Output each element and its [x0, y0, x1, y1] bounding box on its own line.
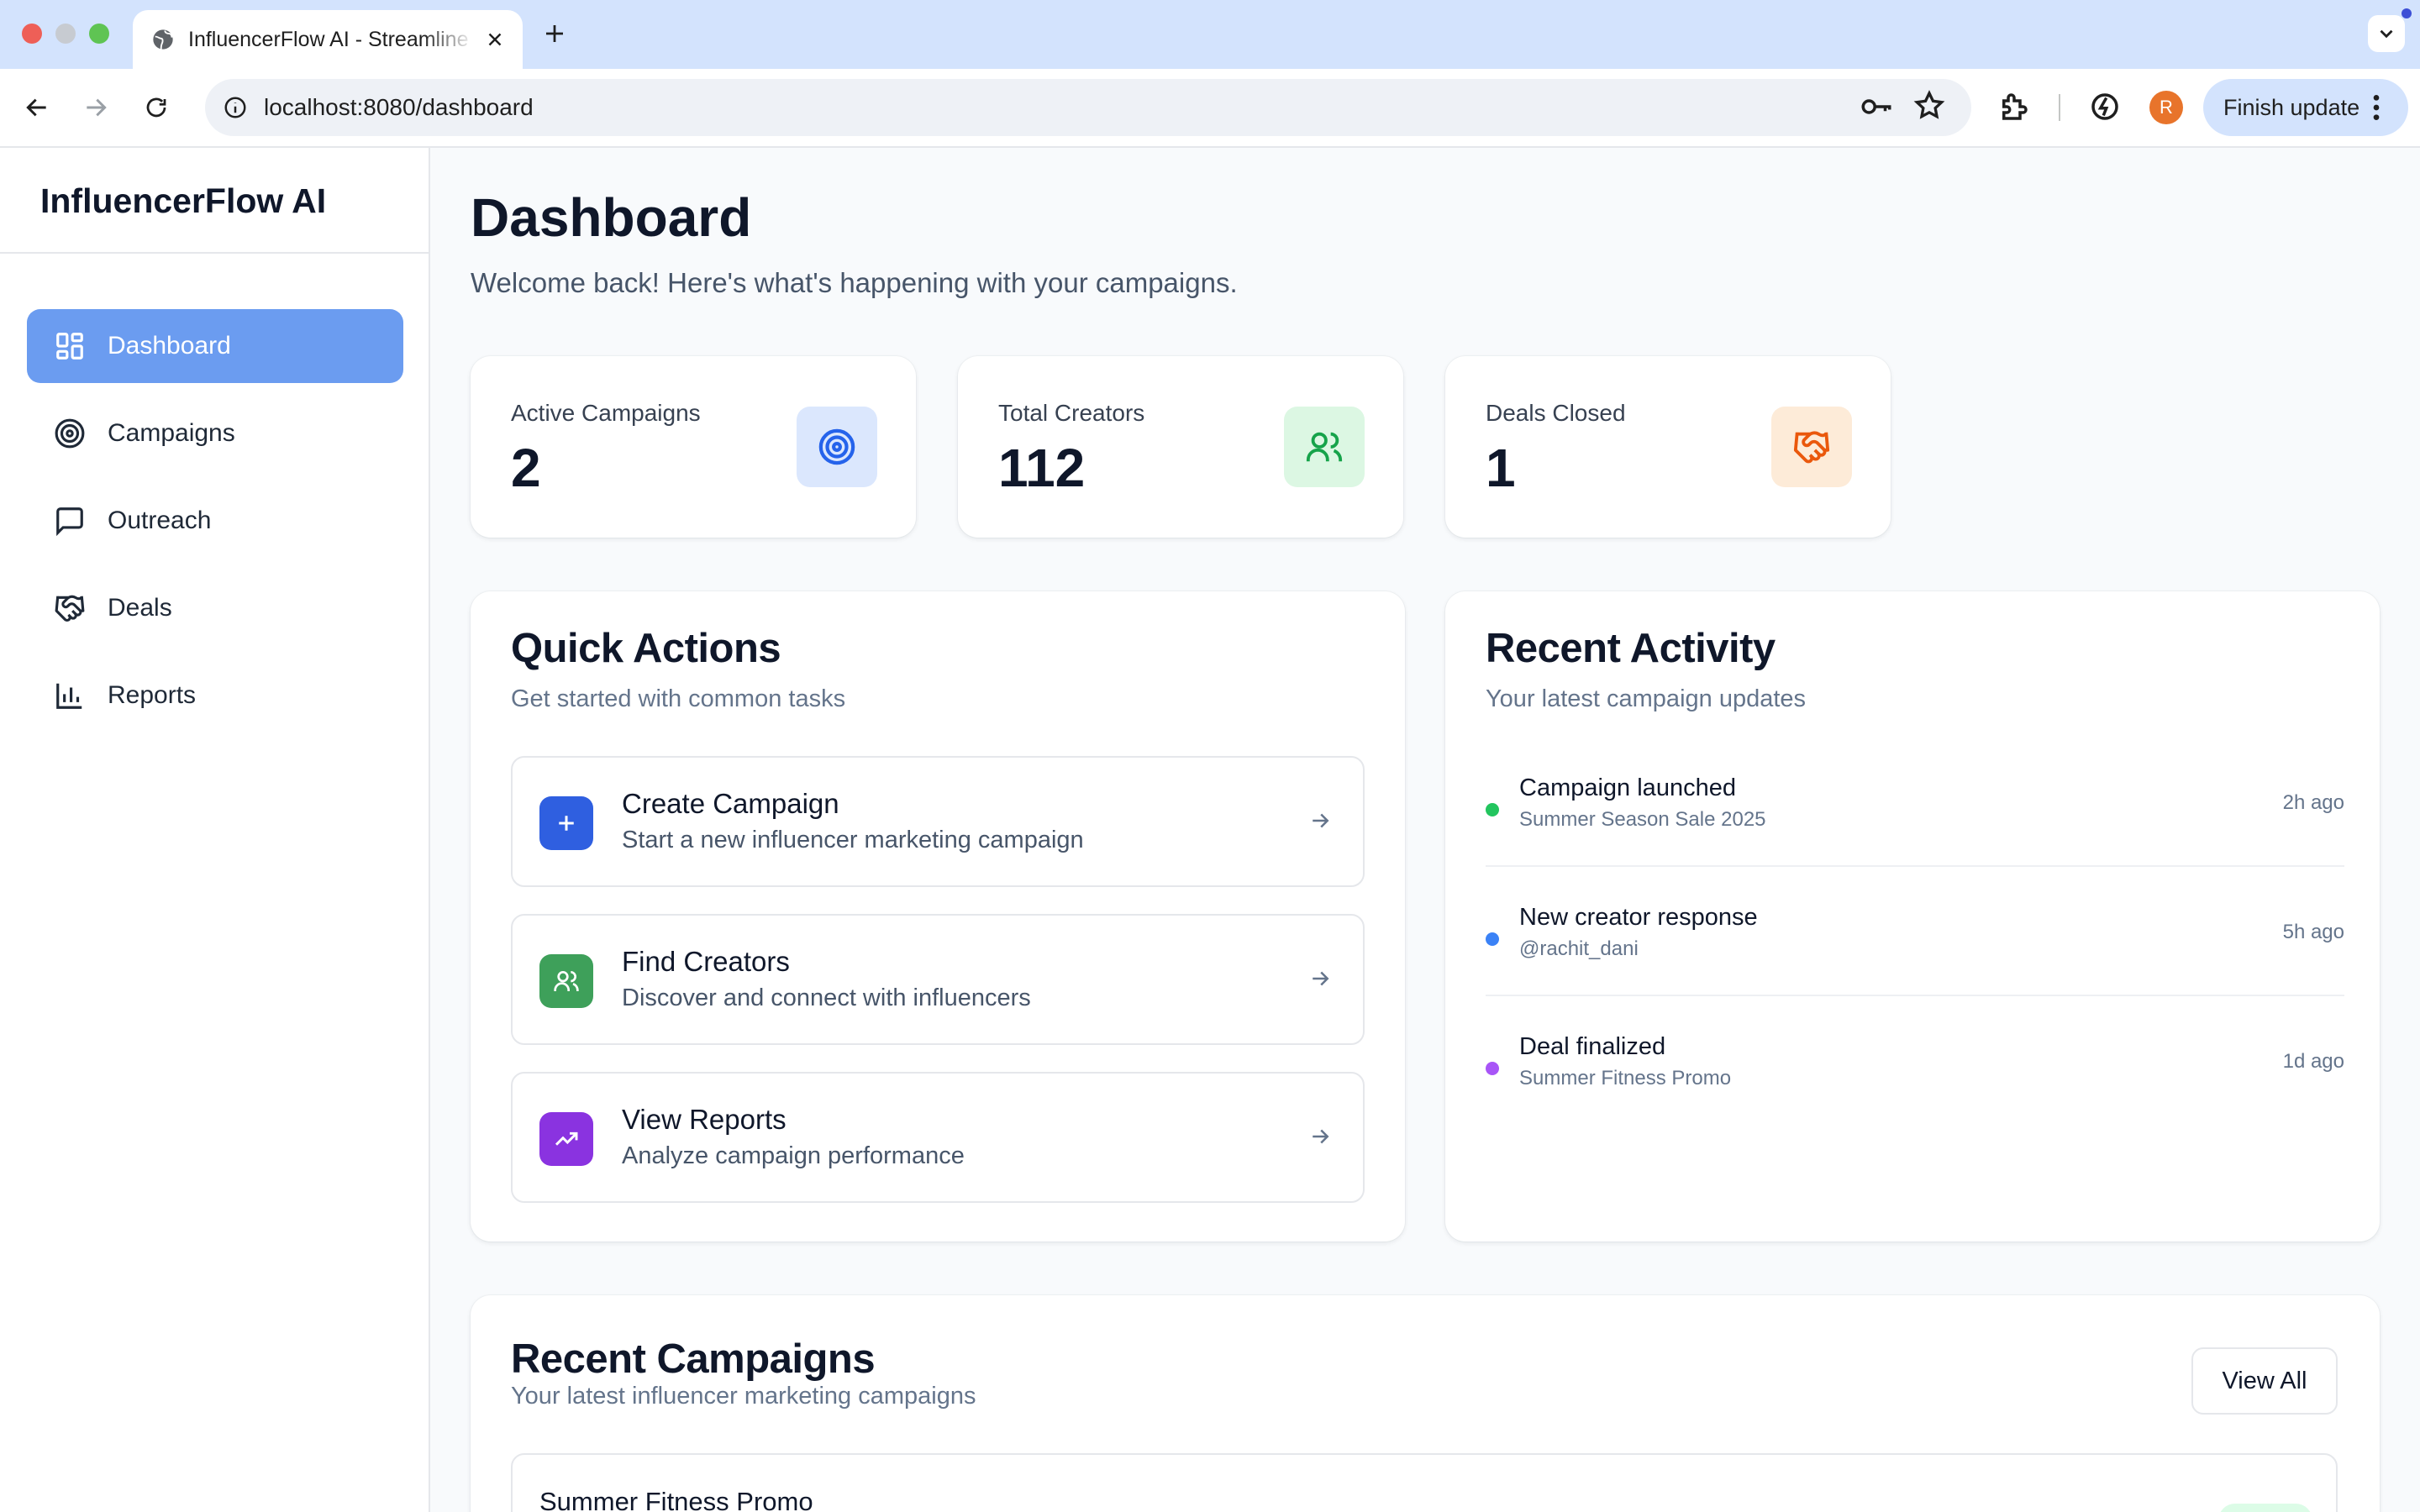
tab-title: InfluencerFlow AI - Streamline [188, 27, 469, 51]
quick-action-desc: Analyze campaign performance [622, 1142, 965, 1169]
notification-dot [2402, 8, 2412, 18]
activity-item[interactable]: New creator response @rachit_dani 5h ago [1486, 887, 2344, 996]
bookmark-star-icon[interactable] [1912, 89, 1946, 123]
arrow-right-icon [1307, 966, 1333, 991]
stat-card-total-creators: Total Creators 112 [958, 356, 1403, 538]
quick-actions-card: Quick Actions Get started with common ta… [471, 591, 1405, 1242]
handshake-icon [54, 592, 86, 624]
more-vert-icon[interactable] [2360, 91, 2393, 124]
sidebar-item-label: Campaigns [108, 419, 235, 447]
sidebar: InfluencerFlow AI Dashboard Campaigns Ou… [0, 148, 430, 1512]
quick-action-desc: Discover and connect with influencers [622, 984, 1031, 1011]
trending-up-icon [539, 1112, 593, 1166]
activity-subtitle: Summer Fitness Promo [1519, 1067, 1732, 1089]
window-minimize-button[interactable] [55, 24, 76, 44]
status-dot [1486, 1062, 1499, 1075]
page-subtitle: Welcome back! Here's what's happening wi… [471, 267, 1238, 298]
target-icon [54, 417, 86, 449]
handshake-icon [1771, 407, 1852, 487]
performance-leaf-icon[interactable] [2087, 89, 2123, 124]
users-icon [539, 954, 593, 1008]
recent-activity-subtitle: Your latest campaign updates [1486, 685, 1807, 712]
recent-campaigns-subtitle: Your latest influencer marketing campaig… [511, 1383, 976, 1410]
page-title: Dashboard [471, 187, 752, 248]
status-dot [1486, 932, 1499, 946]
activity-time: 2h ago [2282, 791, 2344, 814]
window-maximize-button[interactable] [89, 24, 109, 44]
toolbar-divider [2059, 94, 2060, 121]
sidebar-item-outreach[interactable]: Outreach [27, 484, 403, 558]
view-all-button[interactable]: View All [2191, 1347, 2338, 1415]
users-icon [1284, 407, 1365, 487]
recent-activity-title: Recent Activity [1486, 626, 1776, 671]
quick-actions-title: Quick Actions [511, 626, 781, 671]
activity-title: New creator response [1519, 904, 1758, 931]
activity-subtitle: @rachit_dani [1519, 937, 1639, 960]
campaign-row[interactable]: Summer Fitness Promo [511, 1453, 2338, 1512]
sidebar-item-dashboard[interactable]: Dashboard [27, 309, 403, 383]
sidebar-item-deals[interactable]: Deals [27, 571, 403, 645]
target-icon [797, 407, 877, 487]
url-text[interactable]: localhost:8080/dashboard [264, 94, 534, 121]
arrow-right-icon [1307, 808, 1333, 833]
activity-item[interactable]: Deal finalized Summer Fitness Promo 1d a… [1486, 1016, 2344, 1126]
new-tab-icon[interactable] [538, 17, 571, 50]
quick-action-title: Create Campaign [622, 788, 839, 819]
browser-tab[interactable]: InfluencerFlow AI - Streamline [133, 10, 523, 69]
stat-value: 2 [511, 438, 541, 498]
stat-label: Active Campaigns [511, 400, 701, 426]
sidebar-item-label: Reports [108, 681, 197, 709]
find-creators-button[interactable]: Find Creators Discover and connect with … [511, 914, 1365, 1045]
view-reports-button[interactable]: View Reports Analyze campaign performanc… [511, 1072, 1365, 1203]
recent-activity-card: Recent Activity Your latest campaign upd… [1445, 591, 2380, 1242]
activity-title: Deal finalized [1519, 1033, 1666, 1060]
stat-value: 1 [1486, 438, 1516, 498]
password-key-icon[interactable] [1859, 89, 1894, 124]
browser-tab-strip: InfluencerFlow AI - Streamline [0, 0, 2420, 69]
recent-campaigns-title: Recent Campaigns [511, 1336, 876, 1382]
back-arrow-icon[interactable] [18, 89, 55, 126]
activity-subtitle: Summer Season Sale 2025 [1519, 808, 1766, 831]
stat-label: Deals Closed [1486, 400, 1626, 426]
finish-update-button[interactable]: Finish update [2203, 79, 2408, 136]
quick-action-title: View Reports [622, 1104, 786, 1135]
quick-action-desc: Start a new influencer marketing campaig… [622, 827, 1084, 853]
activity-time: 1d ago [2282, 1050, 2344, 1073]
sidebar-item-label: Dashboard [108, 332, 231, 360]
message-square-icon [54, 505, 86, 537]
stat-card-active-campaigns: Active Campaigns 2 [471, 356, 916, 538]
reload-icon[interactable] [138, 89, 175, 126]
globe-icon [151, 28, 175, 51]
stat-value: 112 [998, 438, 1086, 498]
finish-update-label: Finish update [2223, 94, 2360, 120]
site-info-icon[interactable] [215, 87, 255, 128]
create-campaign-button[interactable]: Create Campaign Start a new influencer m… [511, 756, 1365, 887]
plus-icon [539, 796, 593, 850]
quick-actions-subtitle: Get started with common tasks [511, 685, 846, 712]
profile-avatar[interactable]: R [2149, 91, 2183, 124]
stat-card-deals-closed: Deals Closed 1 [1445, 356, 1891, 538]
window-close-button[interactable] [22, 24, 42, 44]
activity-time: 5h ago [2282, 921, 2344, 943]
bar-chart-icon [54, 680, 86, 711]
activity-title: Campaign launched [1519, 774, 1736, 801]
sidebar-item-label: Outreach [108, 507, 212, 534]
quick-action-title: Find Creators [622, 946, 790, 977]
close-icon[interactable] [484, 29, 506, 50]
layout-grid-icon [54, 330, 86, 362]
sidebar-item-label: Deals [108, 594, 172, 622]
campaign-name: Summer Fitness Promo [539, 1487, 813, 1512]
status-dot [1486, 803, 1499, 816]
address-bar[interactable]: localhost:8080/dashboard [205, 79, 1971, 136]
stat-label: Total Creators [998, 400, 1145, 426]
extensions-puzzle-icon[interactable] [1996, 89, 2032, 124]
sidebar-item-reports[interactable]: Reports [27, 659, 403, 732]
app-brand[interactable]: InfluencerFlow AI [0, 148, 429, 254]
activity-item[interactable]: Campaign launched Summer Season Sale 202… [1486, 758, 2344, 867]
arrow-right-icon [1307, 1124, 1333, 1149]
status-badge [2218, 1504, 2312, 1512]
sidebar-item-campaigns[interactable]: Campaigns [27, 396, 403, 470]
forward-arrow-icon[interactable] [77, 89, 114, 126]
chevron-down-icon[interactable] [2368, 15, 2405, 52]
